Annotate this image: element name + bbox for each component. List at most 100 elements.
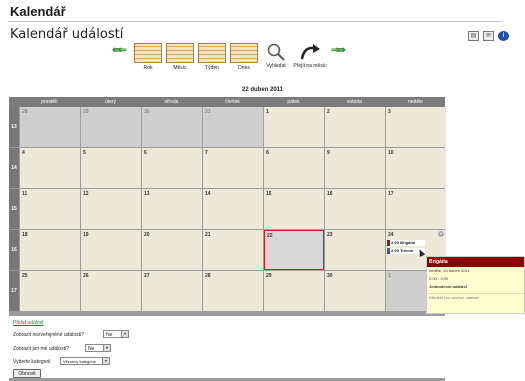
day-cell[interactable]: 3 [386,107,446,147]
prev-period-arrows[interactable]: ⇚⇐ [112,45,127,56]
view-year-label: Rok [143,65,153,71]
day-number: 16 [327,191,333,197]
day-cell[interactable]: 27 [142,271,202,311]
day-number: 4 [22,150,25,156]
category-select[interactable]: Všechny kategorie ▾ [60,357,110,365]
jump-arrow-icon [297,43,323,61]
date-heading: 22 duben 2011 [241,87,284,93]
day-cell[interactable]: 28 [20,107,80,147]
event-tooltip[interactable]: Brigáda neděle, 24 duben 2011 2:00 - 3:0… [426,256,525,314]
day-cell[interactable]: 29 [81,107,141,147]
day-cell[interactable]: 8 [264,148,324,188]
week-number[interactable]: 14 [9,148,19,188]
category-value: Všechny kategorie [63,359,96,364]
chevron-down-icon: ▾ [121,331,128,337]
view-month-button[interactable]: Měsíc [164,43,196,71]
day-cell[interactable]: 21 [203,230,263,270]
day-number: 15 [266,191,272,197]
day-number: 9 [327,150,330,156]
add-event-link[interactable]: Přidat událost [13,320,44,326]
view-today-button[interactable]: Dnes [228,43,260,71]
view-week-button[interactable]: Týden [196,43,228,71]
weekday-5: pátek [287,99,300,105]
weekday-3: středa [164,99,179,105]
print-icon[interactable]: ▤ [468,31,479,41]
add-event-icon[interactable]: + [438,231,444,237]
week-number[interactable]: 13 [9,107,19,147]
tooltip-date: neděle, 24 duben 2011 [429,268,470,273]
day-cell[interactable]: 17 [386,189,446,229]
refresh-button[interactable]: Obnovit [13,369,41,378]
week-number[interactable]: 17 [9,271,19,311]
day-cell[interactable]: 12 [81,189,141,229]
day-cell[interactable]: 14 [203,189,263,229]
weekday-6: sobota [346,99,362,105]
month-grid-icon [166,43,194,63]
day-number: 12 [83,191,89,197]
search-button[interactable]: Vyhledat [260,43,292,69]
day-cell[interactable]: 22 [264,230,324,270]
view-year-button[interactable]: Rok [132,43,164,71]
day-cell[interactable]: 25 [20,271,80,311]
day-cell[interactable]: 30 [142,107,202,147]
day-cell[interactable]: 16 [325,189,385,229]
day-number: 11 [22,191,28,197]
day-cell[interactable]: 30 [325,271,385,311]
day-cell[interactable]: 28 [203,271,263,311]
day-number: 31 [205,109,211,115]
day-number: 23 [327,232,333,238]
tooltip-type: Jednodenní událost [429,284,467,289]
day-cell[interactable]: 5 [81,148,141,188]
calendar-event[interactable]: 2:00 Brigáda [387,240,425,246]
day-cell[interactable]: 9 [325,148,385,188]
day-number: 25 [22,273,28,279]
day-cell[interactable]: 20 [142,230,202,270]
info-icon[interactable]: i [498,31,509,41]
week-number[interactable]: 16 [9,230,19,270]
day-cell[interactable]: 4 [20,148,80,188]
email-icon[interactable]: ✉ [483,31,494,41]
day-number: 20 [144,232,150,238]
day-cell[interactable]: 18 [20,230,80,270]
weekday-1: pondělí [41,99,58,105]
weekday-header: pondělí úterý středa čtvrtek pátek sobota nedě… [9,97,445,107]
day-cell[interactable]: 31 [203,107,263,147]
footer-panel [0,316,525,378]
chevron-down-icon: ▾ [102,358,109,364]
day-cell[interactable]: 19 [81,230,141,270]
view-week-label: Týden [205,65,219,71]
day-cell[interactable]: 1 [264,107,324,147]
tooltip-time: 2:00 - 3:00 [429,276,449,281]
day-number: 18 [22,232,28,238]
day-cell[interactable]: 29 [264,271,324,311]
day-cell[interactable]: 13 [142,189,202,229]
day-number: 5 [83,150,86,156]
day-number: 6 [144,150,147,156]
weekday-2: úterý [104,99,117,105]
day-cell[interactable]: 15 [264,189,324,229]
day-number: 22 [267,233,273,239]
day-cell[interactable]: 2 [325,107,385,147]
jump-month-button[interactable]: Přejít na měsíc [293,43,327,69]
day-number: 26 [83,273,89,279]
day-cell[interactable]: 7 [203,148,263,188]
magnifier-icon [263,43,289,61]
day-cell[interactable]: 11 [20,189,80,229]
day-number: 13 [144,191,150,197]
day-cell[interactable]: 23 [325,230,385,270]
day-cell[interactable]: 26 [81,271,141,311]
calendar-title: Kalendář událostí [10,27,124,42]
jump-month-label: Přejít na měsíc [293,63,327,69]
title-divider [8,21,501,22]
day-cell[interactable]: 6 [142,148,202,188]
view-today-label: Dnes [238,65,250,71]
show-mine-select[interactable]: Ne ▾ [85,344,111,352]
day-number: 3 [388,109,391,115]
next-period-arrows[interactable]: ⇒⇛ [331,45,346,56]
day-number: 29 [83,109,89,115]
week-grid-icon [198,43,226,63]
show-unpublished-select[interactable]: Ne ▾ [103,330,129,338]
week-number[interactable]: 15 [9,189,19,229]
day-cell[interactable]: 10 [386,148,446,188]
day-number: 28 [205,273,211,279]
